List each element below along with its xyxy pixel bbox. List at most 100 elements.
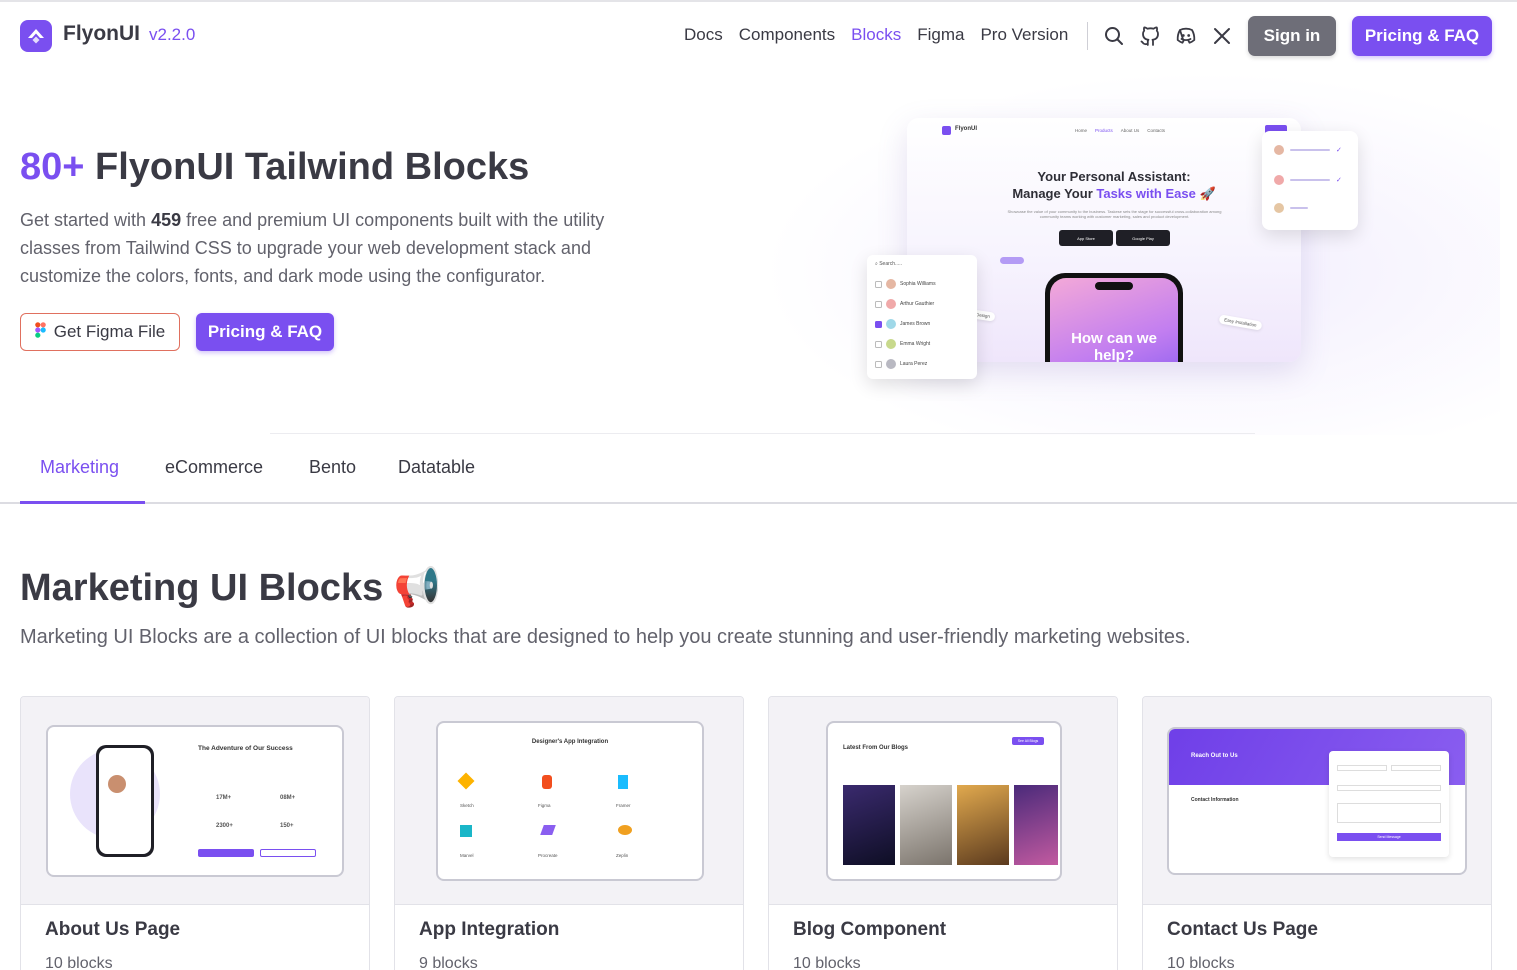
tab-bento[interactable]: Bento [309, 457, 356, 478]
thumb-app: Framer [616, 803, 631, 808]
thumb-heading: Designer's App Integration [531, 739, 609, 745]
hero-separator [270, 433, 1255, 434]
thumb-app: Marvel [460, 853, 474, 858]
mock-nav-item: Contacts [1147, 128, 1166, 133]
thumb-app: Zeplin [616, 853, 629, 858]
pricing-faq-button[interactable]: Pricing & FAQ [1352, 16, 1492, 56]
card-thumbnail: Latest From Our Blogs See All Blogs [769, 697, 1117, 905]
card-title: Blog Component [793, 919, 947, 940]
mock-tag-install: Easy Installation [1218, 314, 1263, 331]
thumb-app: Sketch [460, 803, 474, 808]
site-header: FlyonUI v2.2.0 Docs Components Blocks Fi… [0, 2, 1517, 68]
card-thumbnail: Reach Out to Us Contact Information Send… [1143, 697, 1491, 905]
thumbnail-frame: Latest From Our Blogs See All Blogs [826, 721, 1062, 881]
card-count: 10 blocks [1167, 955, 1235, 970]
mock-people-list: ⌕ Search..... Sophia Williams Arthur Gau… [867, 255, 977, 379]
card-thumbnail: Designer's App Integration Sketch Figma … [395, 697, 743, 905]
nav-docs[interactable]: Docs [684, 25, 723, 45]
brand-name[interactable]: FlyonUI [63, 22, 140, 46]
card-count: 10 blocks [45, 955, 113, 970]
github-icon[interactable] [1139, 25, 1161, 47]
mock-logo-icon [942, 126, 951, 135]
thumb-heading: Reach Out to Us [1191, 753, 1238, 759]
card-blog-component[interactable]: Latest From Our Blogs See All Blogs Blog… [768, 696, 1118, 970]
mock-notification-card: ✓ ✓ [1262, 131, 1358, 230]
card-title: App Integration [419, 919, 560, 940]
mock-notification-row: ✓ [1274, 145, 1342, 155]
discord-icon[interactable] [1175, 25, 1197, 47]
tab-marketing[interactable]: Marketing [40, 457, 119, 478]
nav-components[interactable]: Components [739, 25, 835, 45]
thumb-button: Send Message [1337, 833, 1441, 841]
mock-phone-notch [1095, 282, 1133, 290]
thumbnail-frame: The Adventure of Our Success 17M+ 08M+ 2… [46, 725, 344, 877]
hero-desc-pre: Get started with [20, 210, 152, 230]
thumb-stat: 2300+ [216, 823, 233, 829]
thumb-heading: The Adventure of Our Success [198, 745, 293, 752]
mock-person-row: Arthur Gauthier [875, 299, 934, 309]
hero-desc-count: 459 [151, 210, 182, 230]
mock-phone-text: How can we help? [1071, 330, 1157, 362]
mock-brand: FlyonUI [955, 126, 977, 132]
mock-phone: How can we help? [1045, 273, 1183, 362]
mock-subtext: Showcase the value of your community to … [1007, 209, 1222, 219]
mock-person-row: Laura Perez [875, 359, 927, 369]
card-title: Contact Us Page [1167, 919, 1318, 940]
mock-headline-1: Your Personal Assistant: [1037, 169, 1191, 184]
figma-icon [34, 321, 46, 343]
mock-nav-item: About Us [1120, 128, 1140, 133]
section-title: Marketing UI Blocks 📢 [20, 567, 442, 609]
thumbnail-frame: Reach Out to Us Contact Information Send… [1167, 727, 1467, 875]
sign-in-button[interactable]: Sign in [1248, 16, 1336, 56]
tab-datatable[interactable]: Datatable [398, 457, 475, 478]
tabs-border [0, 502, 1517, 504]
card-app-integration[interactable]: Designer's App Integration Sketch Figma … [394, 696, 744, 970]
thumb-app: Procreate [538, 853, 558, 858]
mock-person-row: James Brown [875, 319, 930, 329]
flyonui-logo-icon[interactable] [20, 20, 52, 52]
get-figma-file-label: Get Figma File [53, 322, 166, 341]
thumb-heading: Latest From Our Blogs [843, 745, 909, 751]
mock-headline: Your Personal Assistant: Manage Your Tas… [907, 168, 1301, 202]
card-contact-us-page[interactable]: Reach Out to Us Contact Information Send… [1142, 696, 1492, 970]
thumb-sub: Contact Information [1191, 797, 1239, 803]
section-description: Marketing UI Blocks are a collection of … [20, 626, 1191, 648]
mock-app-store: App Store [1059, 230, 1113, 246]
mock-nav: Home Products About Us Contacts [1075, 128, 1165, 133]
mock-phone-screen: How can we help? [1050, 278, 1178, 362]
mock-search: ⌕ Search..... [875, 261, 902, 267]
mock-nav-item: Home [1075, 128, 1088, 133]
hero-title-accent: 80+ [20, 146, 85, 188]
search-icon[interactable] [1103, 25, 1125, 47]
hero-title: 80+ FlyonUI Tailwind Blocks [20, 146, 529, 189]
mock-notification-row: ✓ [1274, 175, 1342, 185]
card-title: About Us Page [45, 919, 181, 940]
mock-headline-2: Manage Your Tasks with Ease 🚀 [1012, 186, 1216, 201]
mock-person-row: Sophia Williams [875, 279, 936, 289]
hero-title-text: FlyonUI Tailwind Blocks [84, 146, 530, 188]
mock-notification-row [1274, 203, 1308, 213]
thumb-stat: 08M+ [280, 795, 296, 801]
hero-description: Get started with 459 free and premium UI… [20, 206, 660, 290]
hero-pricing-faq-button[interactable]: Pricing & FAQ [196, 313, 334, 351]
card-thumbnail: The Adventure of Our Success 17M+ 08M+ 2… [21, 697, 369, 905]
card-about-us-page[interactable]: The Adventure of Our Success 17M+ 08M+ 2… [20, 696, 370, 970]
nav-pro-version[interactable]: Pro Version [980, 25, 1068, 45]
mock-nav-item: Products [1095, 128, 1113, 133]
main-nav: Docs Components Blocks Figma Pro Version [684, 25, 1068, 45]
card-count: 10 blocks [793, 955, 861, 970]
nav-divider [1087, 22, 1088, 50]
get-figma-file-button[interactable]: Get Figma File [20, 313, 180, 351]
thumb-app: Figma [538, 803, 551, 808]
active-tab-indicator [20, 501, 145, 504]
mock-person-row: Emma Wright [875, 339, 930, 349]
x-icon[interactable] [1211, 25, 1233, 47]
mock-pill [1000, 257, 1024, 264]
nav-blocks[interactable]: Blocks [851, 25, 901, 45]
version-badge: v2.2.0 [149, 25, 196, 44]
tab-ecommerce[interactable]: eCommerce [165, 457, 263, 478]
thumb-stat: 150+ [280, 823, 294, 829]
mock-google-play: Google Play [1116, 230, 1170, 246]
thumb-stat: 17M+ [216, 795, 232, 801]
nav-figma[interactable]: Figma [917, 25, 964, 45]
